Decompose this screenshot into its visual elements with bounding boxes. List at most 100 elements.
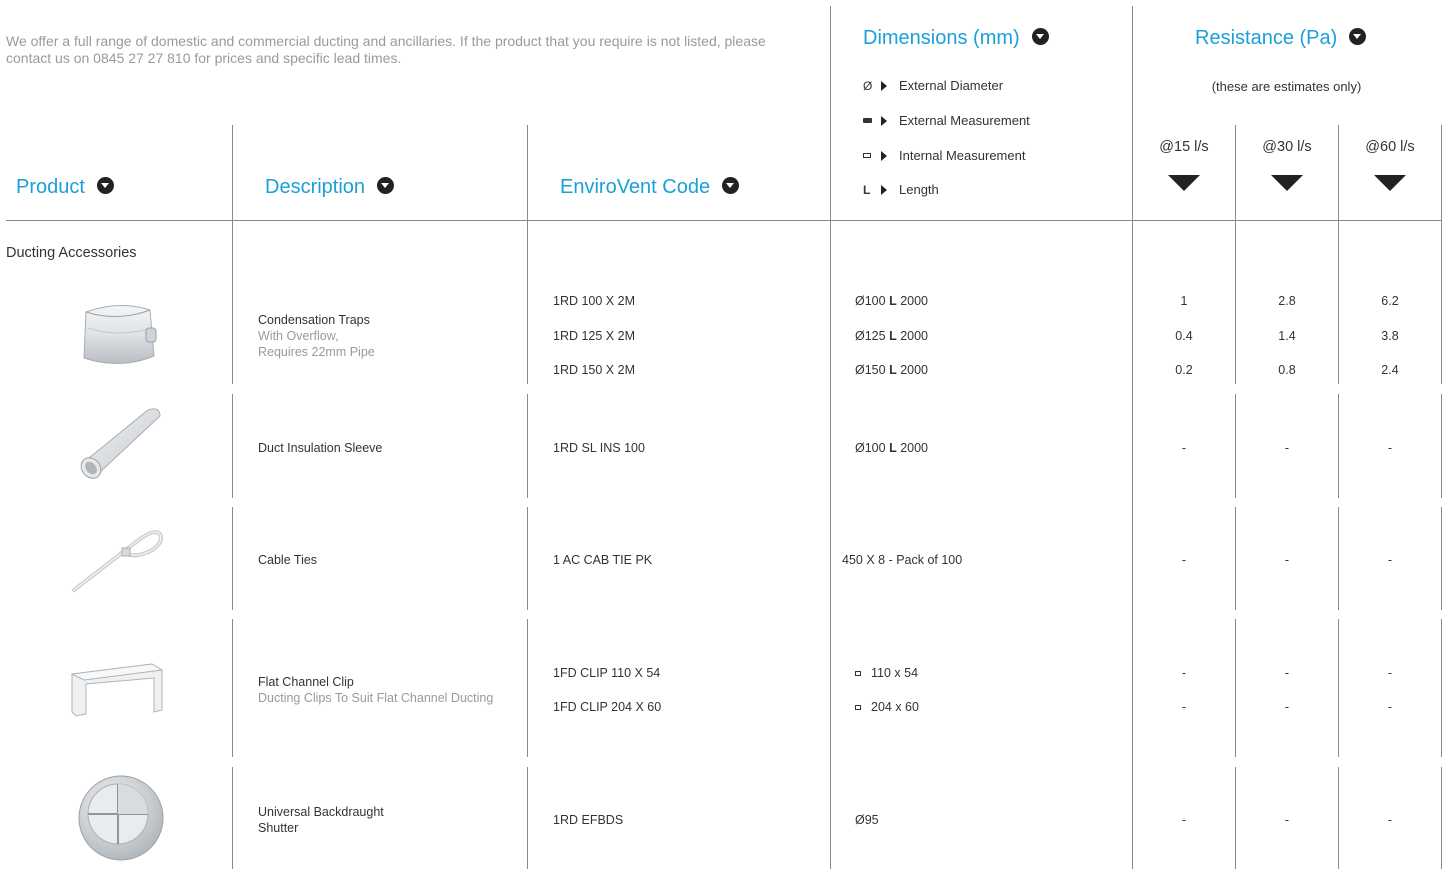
divider-right bbox=[1441, 125, 1442, 282]
resistance-60: 3.8 bbox=[1381, 329, 1399, 343]
header-resistance[interactable]: Resistance (Pa) bbox=[1195, 27, 1367, 50]
row-divider bbox=[1235, 619, 1236, 757]
length-symbol: L bbox=[889, 329, 897, 343]
internal-measurement-icon bbox=[863, 153, 871, 158]
backdraught-shutter-image bbox=[78, 775, 164, 861]
dimension-value: Ø125 L 2000 bbox=[855, 328, 928, 344]
sort-down-icon[interactable] bbox=[1168, 175, 1200, 191]
dimension-value: Ø100 L 2000 bbox=[855, 440, 928, 456]
product-code: 1RD EFBDS bbox=[553, 813, 624, 827]
row-divider bbox=[1441, 282, 1442, 384]
dimension-diameter: Ø150 bbox=[855, 363, 886, 377]
flow-60: @60 l/s bbox=[1365, 139, 1415, 155]
resistance-60: - bbox=[1387, 441, 1393, 455]
resistance-30: - bbox=[1284, 553, 1290, 567]
product-name: Shutter bbox=[258, 821, 299, 835]
product-detail: Requires 22mm Pipe bbox=[258, 345, 375, 359]
internal-measurement-icon bbox=[855, 670, 861, 676]
row-divider bbox=[527, 394, 528, 498]
resistance-30: 0.8 bbox=[1278, 363, 1296, 377]
dimension-diameter: Ø125 bbox=[855, 329, 886, 343]
resistance-60: - bbox=[1387, 666, 1393, 680]
intro-text: We offer a full range of domestic and co… bbox=[6, 33, 766, 66]
dimension-value: 110 x 54 bbox=[855, 665, 918, 681]
product-code: 1RD 150 X 2M bbox=[553, 363, 635, 377]
chevron-down-icon[interactable] bbox=[1349, 28, 1367, 46]
legend-external-measurement: External Measurement bbox=[863, 113, 1030, 128]
resistance-note: (these are estimates only) bbox=[1211, 79, 1362, 94]
resistance-15: - bbox=[1181, 813, 1187, 827]
header-dimensions-label: Dimensions (mm) bbox=[863, 27, 1020, 49]
legend-label: External Diameter bbox=[899, 78, 1004, 93]
header-product[interactable]: Product bbox=[16, 176, 114, 199]
header-description-label: Description bbox=[265, 176, 366, 198]
legend-length: L Length bbox=[863, 182, 939, 197]
sort-down-icon[interactable] bbox=[1271, 175, 1303, 191]
divider-dimensions-top bbox=[830, 6, 831, 869]
row-divider bbox=[1441, 767, 1442, 869]
caret-right-icon bbox=[881, 80, 887, 91]
flow-15: @15 l/s bbox=[1159, 139, 1209, 155]
row-divider bbox=[1441, 507, 1442, 610]
legend-external-diameter: Ø External Diameter bbox=[863, 78, 1003, 93]
row-divider bbox=[1441, 619, 1442, 757]
dimension-internal: 110 x 54 bbox=[871, 666, 919, 680]
resistance-60: 2.4 bbox=[1381, 363, 1399, 377]
header-dimensions[interactable]: Dimensions (mm) bbox=[863, 27, 1049, 50]
resistance-15: - bbox=[1181, 441, 1187, 455]
product-name: Duct Insulation Sleeve bbox=[258, 441, 383, 455]
dimension-diameter: Ø100 bbox=[855, 441, 886, 455]
chevron-down-icon[interactable] bbox=[1031, 28, 1049, 46]
product-code: 1FD CLIP 204 X 60 bbox=[553, 700, 662, 714]
row-divider bbox=[232, 507, 233, 610]
resistance-60: - bbox=[1387, 813, 1393, 827]
row-divider bbox=[232, 394, 233, 498]
caret-right-icon bbox=[881, 150, 887, 161]
resistance-30: 2.8 bbox=[1278, 294, 1296, 308]
chevron-down-icon[interactable] bbox=[96, 177, 114, 195]
resistance-60: - bbox=[1387, 700, 1393, 714]
header-product-label: Product bbox=[16, 176, 85, 198]
product-code: 1RD SL INS 100 bbox=[553, 441, 645, 455]
product-name: Flat Channel Clip bbox=[258, 675, 354, 689]
resistance-30: - bbox=[1284, 666, 1290, 680]
product-name: Universal Backdraught bbox=[258, 805, 384, 819]
resistance-30: 1.4 bbox=[1278, 329, 1296, 343]
resistance-60: - bbox=[1387, 553, 1393, 567]
divider-resistance-top bbox=[1132, 6, 1133, 869]
dimension-length: 2000 bbox=[900, 329, 929, 343]
cable-tie-image bbox=[72, 530, 163, 592]
external-measurement-icon bbox=[863, 118, 872, 123]
product-code: 1 AC CAB TIE PK bbox=[553, 553, 653, 567]
resistance-30: - bbox=[1284, 813, 1290, 827]
divider-product bbox=[232, 125, 233, 282]
section-title: Ducting Accessories bbox=[6, 245, 137, 261]
row-divider bbox=[1338, 619, 1339, 757]
flow-30: @30 l/s bbox=[1262, 139, 1312, 155]
caret-right-icon bbox=[881, 184, 887, 195]
legend-label: Length bbox=[899, 182, 939, 197]
header-code[interactable]: EnviroVent Code bbox=[560, 176, 740, 199]
product-name: Cable Ties bbox=[258, 553, 318, 567]
resistance-60: 6.2 bbox=[1381, 294, 1399, 308]
dimension-value: Ø95 bbox=[855, 813, 879, 827]
legend-label: External Measurement bbox=[899, 113, 1030, 128]
diameter-symbol: Ø bbox=[863, 78, 873, 93]
header-description[interactable]: Description bbox=[265, 176, 395, 199]
chevron-down-icon[interactable] bbox=[722, 177, 740, 195]
dimension-length: 2000 bbox=[900, 294, 929, 308]
resistance-15: - bbox=[1181, 666, 1187, 680]
sort-down-icon[interactable] bbox=[1374, 175, 1406, 191]
length-symbol: L bbox=[889, 294, 897, 308]
length-symbol: L bbox=[889, 441, 897, 455]
flat-channel-clip-image bbox=[70, 663, 164, 717]
product-code: 1RD 100 X 2M bbox=[553, 294, 635, 308]
product-name: Condensation Traps bbox=[258, 313, 370, 327]
chevron-down-icon[interactable] bbox=[377, 177, 395, 195]
product-code: 1RD 125 X 2M bbox=[553, 329, 635, 343]
length-symbol: L bbox=[863, 182, 871, 197]
legend-internal-measurement: Internal Measurement bbox=[863, 148, 1025, 163]
product-detail: Ducting Clips To Suit Flat Channel Ducti… bbox=[258, 691, 494, 705]
row-divider bbox=[232, 767, 233, 869]
product-code: 1FD CLIP 110 X 54 bbox=[553, 666, 661, 680]
